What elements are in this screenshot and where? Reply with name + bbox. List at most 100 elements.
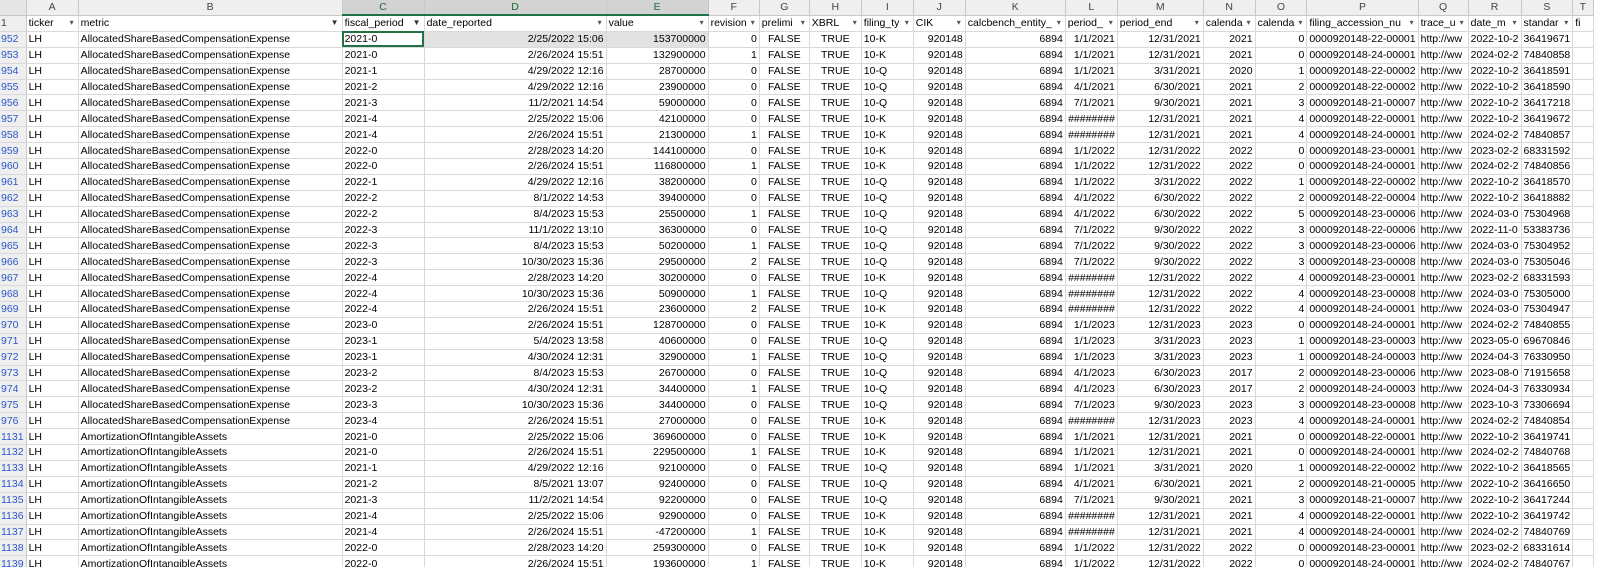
cell[interactable]: http://ww <box>1418 94 1469 112</box>
cell[interactable]: 27000000 <box>606 412 709 430</box>
filter-dropdown-icon[interactable]: ▾ <box>954 17 964 29</box>
cell[interactable]: FALSE <box>759 94 810 112</box>
cell[interactable]: 12/31/2022 <box>1117 301 1204 318</box>
cell[interactable]: 920148 <box>913 126 966 144</box>
cell[interactable]: 2017 <box>1203 365 1256 382</box>
cell[interactable]: 10-Q <box>861 206 914 223</box>
cell[interactable]: FALSE <box>759 508 810 525</box>
cell[interactable]: 75304947 <box>1521 301 1574 318</box>
row-header[interactable]: 1135 <box>0 492 27 509</box>
cell[interactable]: 0000920148-24-00001 <box>1306 524 1419 541</box>
cell[interactable]: 10-Q <box>861 285 914 303</box>
cell[interactable]: TRUE <box>809 79 862 96</box>
cell[interactable]: 920148 <box>913 47 966 64</box>
cell[interactable]: ######## <box>1065 269 1118 287</box>
spreadsheet-grid[interactable]: A B C D E F G H I J K L M N O P Q R S T 1 ticker ▾ metric ▼ fisc… <box>0 0 1600 567</box>
row-header[interactable]: 1139 <box>0 555 27 567</box>
cell[interactable]: LH <box>26 31 79 48</box>
cell[interactable]: 10-K <box>861 47 914 64</box>
cell[interactable]: 144100000 <box>606 142 709 160</box>
column-header-q[interactable]: Q <box>1418 0 1469 16</box>
cell[interactable]: 1 <box>708 47 760 64</box>
cell[interactable]: LH <box>26 190 79 207</box>
cell[interactable]: FALSE <box>759 492 810 509</box>
cell[interactable]: 2022 <box>1203 555 1256 567</box>
cell[interactable]: 36417218 <box>1521 94 1574 112</box>
cell[interactable]: AllocatedShareBasedCompensationExpense <box>78 349 343 366</box>
cell[interactable]: 132900000 <box>606 47 709 64</box>
cell[interactable]: 73306694 <box>1521 396 1574 414</box>
cell[interactable]: 0 <box>708 412 760 430</box>
cell[interactable]: FALSE <box>759 158 810 175</box>
cell[interactable]: 1/1/2021 <box>1065 428 1118 446</box>
cell[interactable] <box>1572 412 1594 430</box>
cell[interactable]: 36418565 <box>1521 460 1574 477</box>
cell[interactable]: 0000920148-22-00002 <box>1306 460 1419 477</box>
cell[interactable]: 2020 <box>1203 460 1256 477</box>
cell[interactable]: 8/4/2023 15:53 <box>424 237 607 255</box>
cell[interactable]: 2022-2 <box>342 190 425 207</box>
cell[interactable]: 2021 <box>1203 47 1256 64</box>
column-header-d[interactable]: D <box>424 0 607 16</box>
cell[interactable]: 2/28/2023 14:20 <box>424 142 607 160</box>
cell[interactable]: 10-K <box>861 444 914 461</box>
cell[interactable]: 2021 <box>1203 476 1256 493</box>
cell[interactable] <box>1572 539 1594 557</box>
row-header[interactable]: 1134 <box>0 476 27 493</box>
row-header[interactable]: 1 <box>0 15 27 32</box>
cell[interactable]: TRUE <box>809 110 862 128</box>
row-header[interactable]: 972 <box>0 349 27 366</box>
cell[interactable]: 6894 <box>965 206 1066 223</box>
cell[interactable] <box>1572 237 1594 255</box>
cell[interactable]: FALSE <box>759 412 810 430</box>
cell[interactable]: http://ww <box>1418 539 1469 557</box>
cell[interactable]: 0 <box>1255 142 1308 160</box>
cell[interactable]: 4 <box>1255 285 1308 303</box>
cell[interactable]: 6/30/2023 <box>1117 365 1204 382</box>
row-header[interactable]: 956 <box>0 94 27 112</box>
cell[interactable]: 2024-02-2 <box>1468 126 1522 144</box>
cell[interactable]: 0 <box>708 269 760 287</box>
row-header[interactable]: 958 <box>0 126 27 144</box>
cell[interactable]: 6894 <box>965 349 1066 366</box>
cell[interactable]: 3/31/2023 <box>1117 333 1204 350</box>
row-header[interactable]: 954 <box>0 63 27 80</box>
cell[interactable]: LH <box>26 444 79 461</box>
filter-dropdown-icon[interactable]: ▾ <box>1054 17 1064 29</box>
row-header[interactable]: 973 <box>0 365 27 382</box>
cell[interactable]: 920148 <box>913 63 966 80</box>
cell[interactable]: 12/31/2022 <box>1117 269 1204 287</box>
cell[interactable]: 25500000 <box>606 206 709 223</box>
cell[interactable]: LH <box>26 110 79 128</box>
cell[interactable]: 2024-02-2 <box>1468 317 1522 334</box>
cell[interactable]: LH <box>26 269 79 287</box>
cell[interactable]: LH <box>26 142 79 160</box>
cell[interactable] <box>1572 365 1594 382</box>
cell[interactable]: 2023-2 <box>342 365 425 382</box>
cell[interactable]: AmortizationOfIntangibleAssets <box>78 476 343 493</box>
cell[interactable]: 1/1/2023 <box>1065 349 1118 366</box>
active-cell[interactable]: 2021-0 <box>342 31 425 48</box>
cell[interactable]: 9/30/2022 <box>1117 253 1204 271</box>
cell[interactable]: 3 <box>1255 253 1308 271</box>
cell[interactable]: 34400000 <box>606 380 709 398</box>
cell[interactable]: 3 <box>1255 94 1308 112</box>
cell[interactable]: 29500000 <box>606 253 709 271</box>
cell[interactable]: 2024-03-0 <box>1468 285 1522 303</box>
cell[interactable]: 6894 <box>965 380 1066 398</box>
cell[interactable]: TRUE <box>809 190 862 207</box>
cell[interactable]: 1/1/2021 <box>1065 31 1118 48</box>
cell[interactable]: AllocatedShareBasedCompensationExpense <box>78 222 343 239</box>
cell[interactable]: 2022-3 <box>342 253 425 271</box>
cell[interactable]: http://ww <box>1418 285 1469 303</box>
cell[interactable]: 920148 <box>913 412 966 430</box>
cell[interactable]: AllocatedShareBasedCompensationExpense <box>78 94 343 112</box>
cell[interactable]: 36416650 <box>1521 476 1574 493</box>
cell[interactable]: 2/26/2024 15:51 <box>424 126 607 144</box>
cell[interactable]: 2022-10-2 <box>1468 190 1522 207</box>
cell[interactable]: 10-Q <box>861 253 914 271</box>
cell[interactable]: 36418570 <box>1521 174 1574 191</box>
column-header-l[interactable]: L <box>1065 0 1118 16</box>
cell[interactable]: 920148 <box>913 349 966 366</box>
cell[interactable]: http://ww <box>1418 317 1469 334</box>
